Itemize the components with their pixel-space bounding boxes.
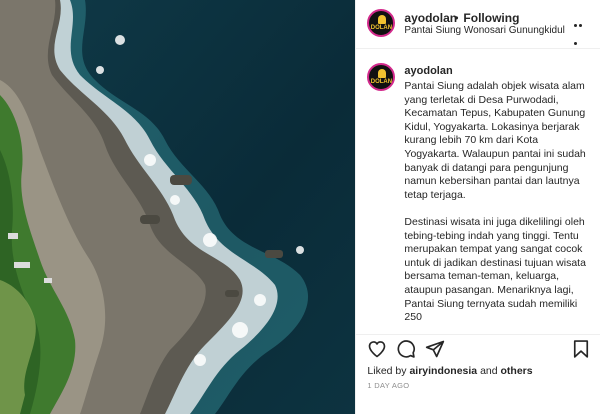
avatar-figure-icon [378,15,387,24]
caption-paragraph: Destinasi wisata ini juga dikelilingi ol… [404,215,586,324]
liker-username-link[interactable]: airyindonesia [409,365,477,377]
post-photo-image [0,0,356,414]
likes-others-link[interactable]: others [501,365,533,377]
profile-avatar[interactable]: DOLAN [367,9,396,37]
caption-avatar[interactable]: DOLAN [367,63,396,91]
likes-line: Liked by airyindonesia and others [367,365,532,377]
following-button[interactable]: Following [463,11,519,25]
caption-text: Pantai Siung adalah objek wisata alam ya… [404,80,594,334]
post-sidebar: DOLAN ayodolan • Following Pantai Siung … [355,0,600,414]
likes-prefix: Liked by [367,365,407,377]
likes-connector: and [480,365,498,377]
caption-comment: DOLAN ayodolan Pantai Siung adalah objek… [356,49,600,334]
bookmark-icon[interactable] [571,339,591,359]
caption-paragraph: Pantai Siung adalah objek wisata alam ya… [404,80,586,201]
post-timestamp[interactable]: 1 DAY AGO [367,381,409,390]
separator-dot: • [454,11,459,25]
heart-icon[interactable] [367,339,387,359]
share-icon[interactable] [425,339,445,359]
caption-username-link[interactable]: ayodolan [404,65,452,77]
location-link[interactable]: Pantai Siung Wonosari Gunungkidul [404,25,564,36]
more-options-icon[interactable] [574,14,588,45]
username-link[interactable]: ayodolan [404,11,457,25]
avatar-logo-text: DOLAN [370,25,393,31]
comment-icon[interactable] [396,339,416,359]
avatar-logo-text: DOLAN [370,79,393,85]
avatar-figure-icon [378,69,387,78]
post-header: DOLAN ayodolan • Following Pantai Siung … [356,0,600,49]
instagram-post: DOLAN ayodolan • Following Pantai Siung … [0,0,600,414]
post-photo[interactable] [0,0,356,414]
action-bar [356,334,600,363]
